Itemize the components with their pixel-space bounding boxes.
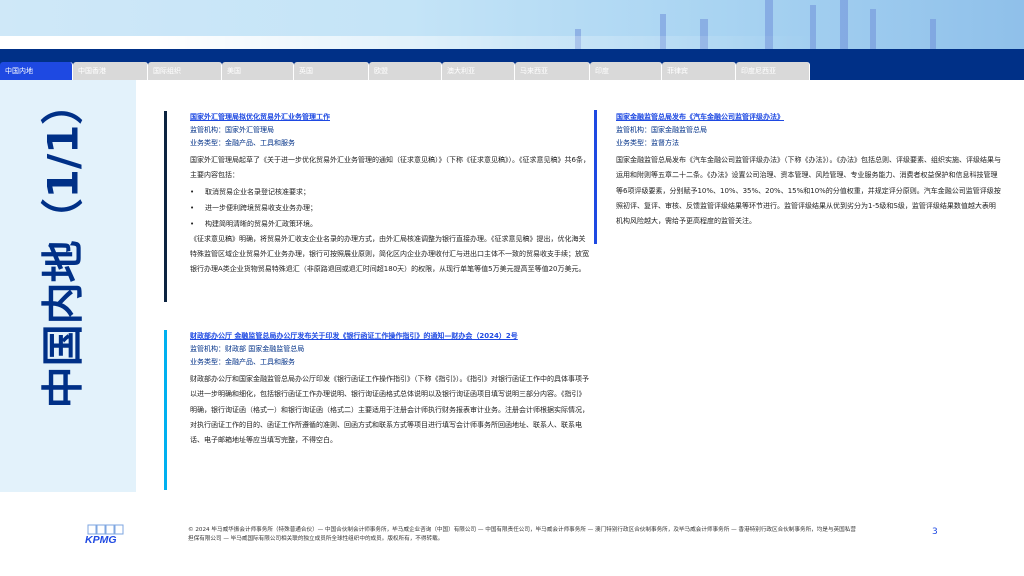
article-forex: 国家外汇管理局拟优化贸易外汇业务管理工作 监管机构：国家外汇管理局 业务类型：金…	[190, 111, 590, 277]
footer-copyright: © 2024 毕马威华振会计师事务所（特殊普通合伙）— 中国合伙制会计师事务所，…	[188, 527, 856, 542]
article-business-type: 业务类型：金融产品、工具和服务	[190, 358, 295, 366]
article-title-link[interactable]: 国家金融监管总局发布《汽车金融公司监管评级办法》	[616, 111, 1002, 124]
tab-indonesia[interactable]: 印度尼西亚	[736, 62, 810, 80]
svg-text:KPMG: KPMG	[85, 534, 117, 546]
article-accent-bar	[164, 330, 167, 490]
tab-philippines[interactable]: 菲律宾	[662, 62, 736, 80]
article-regulator: 监管机构：国家外汇管理局	[190, 126, 274, 134]
article-accent-bar	[164, 111, 167, 302]
region-tabs: 中国内地 中国香港 国际组织 美国 英国 欧盟 澳大利亚 马来西亚 印度 菲律宾…	[0, 62, 810, 80]
bullet-item: 取消贸易企业名录登记核准要求；	[190, 184, 590, 200]
page-title: 中国内地（1/1）	[38, 82, 88, 408]
article-body: 财政部办公厅和国家金融监管总局办公厅印发《银行函证工作操作指引》（下称《指引》）…	[190, 375, 589, 445]
article-business-type: 业务类型：监督方法	[616, 139, 679, 147]
header-banner	[0, 0, 1024, 49]
page-title-wrap: 中国内地（1/1）	[30, 82, 90, 408]
page-number: 3	[932, 527, 938, 537]
article-auto-finance: 国家金融监管总局发布《汽车金融公司监管评级办法》 监管机构：国家金融监管总局 业…	[616, 111, 1002, 229]
kpmg-logo: KPMG	[84, 524, 126, 546]
tab-china-mainland[interactable]: 中国内地	[0, 62, 73, 80]
article-body: 国家外汇管理局起草了《关于进一步优化贸易外汇业务管理的通知（征求意见稿）》（下称…	[190, 156, 590, 180]
article-business-type: 业务类型：金融产品、工具和服务	[190, 139, 295, 147]
article-title-link[interactable]: 国家外汇管理局拟优化贸易外汇业务管理工作	[190, 111, 590, 124]
tab-uk[interactable]: 英国	[294, 62, 369, 80]
tab-international-orgs[interactable]: 国际组织	[148, 62, 222, 80]
tab-malaysia[interactable]: 马来西亚	[515, 62, 590, 80]
article-accent-bar	[594, 110, 597, 244]
article-regulator: 监管机构：国家金融监管总局	[616, 126, 707, 134]
tab-eu[interactable]: 欧盟	[369, 62, 442, 80]
article-body: 国家金融监管总局发布《汽车金融公司监管评级办法》（下称《办法》）。《办法》包括总…	[616, 156, 1001, 226]
bullet-item: 进一步便利跨境贸易收支业务办理；	[190, 200, 590, 216]
tab-australia[interactable]: 澳大利亚	[442, 62, 515, 80]
article-bank-confirmation: 财政部办公厅 金融监管总局办公厅发布关于印发《银行函证工作操作指引》的通知—财办…	[190, 330, 590, 448]
article-regulator: 监管机构：财政部 国家金融监管总局	[190, 345, 305, 353]
tab-usa[interactable]: 美国	[222, 62, 294, 80]
tab-india[interactable]: 印度	[590, 62, 662, 80]
tab-hong-kong[interactable]: 中国香港	[73, 62, 148, 80]
bullet-item: 构建简明清晰的贸易外汇政策环境。	[190, 216, 590, 232]
article-title-link[interactable]: 财政部办公厅 金融监管总局办公厅发布关于印发《银行函证工作操作指引》的通知—财办…	[190, 330, 590, 343]
article-body: 《征求意见稿》明确，将贸易外汇收支企业名录的办理方式，由外汇局核准调整为银行直接…	[190, 234, 589, 274]
banner-fade	[0, 36, 1024, 49]
